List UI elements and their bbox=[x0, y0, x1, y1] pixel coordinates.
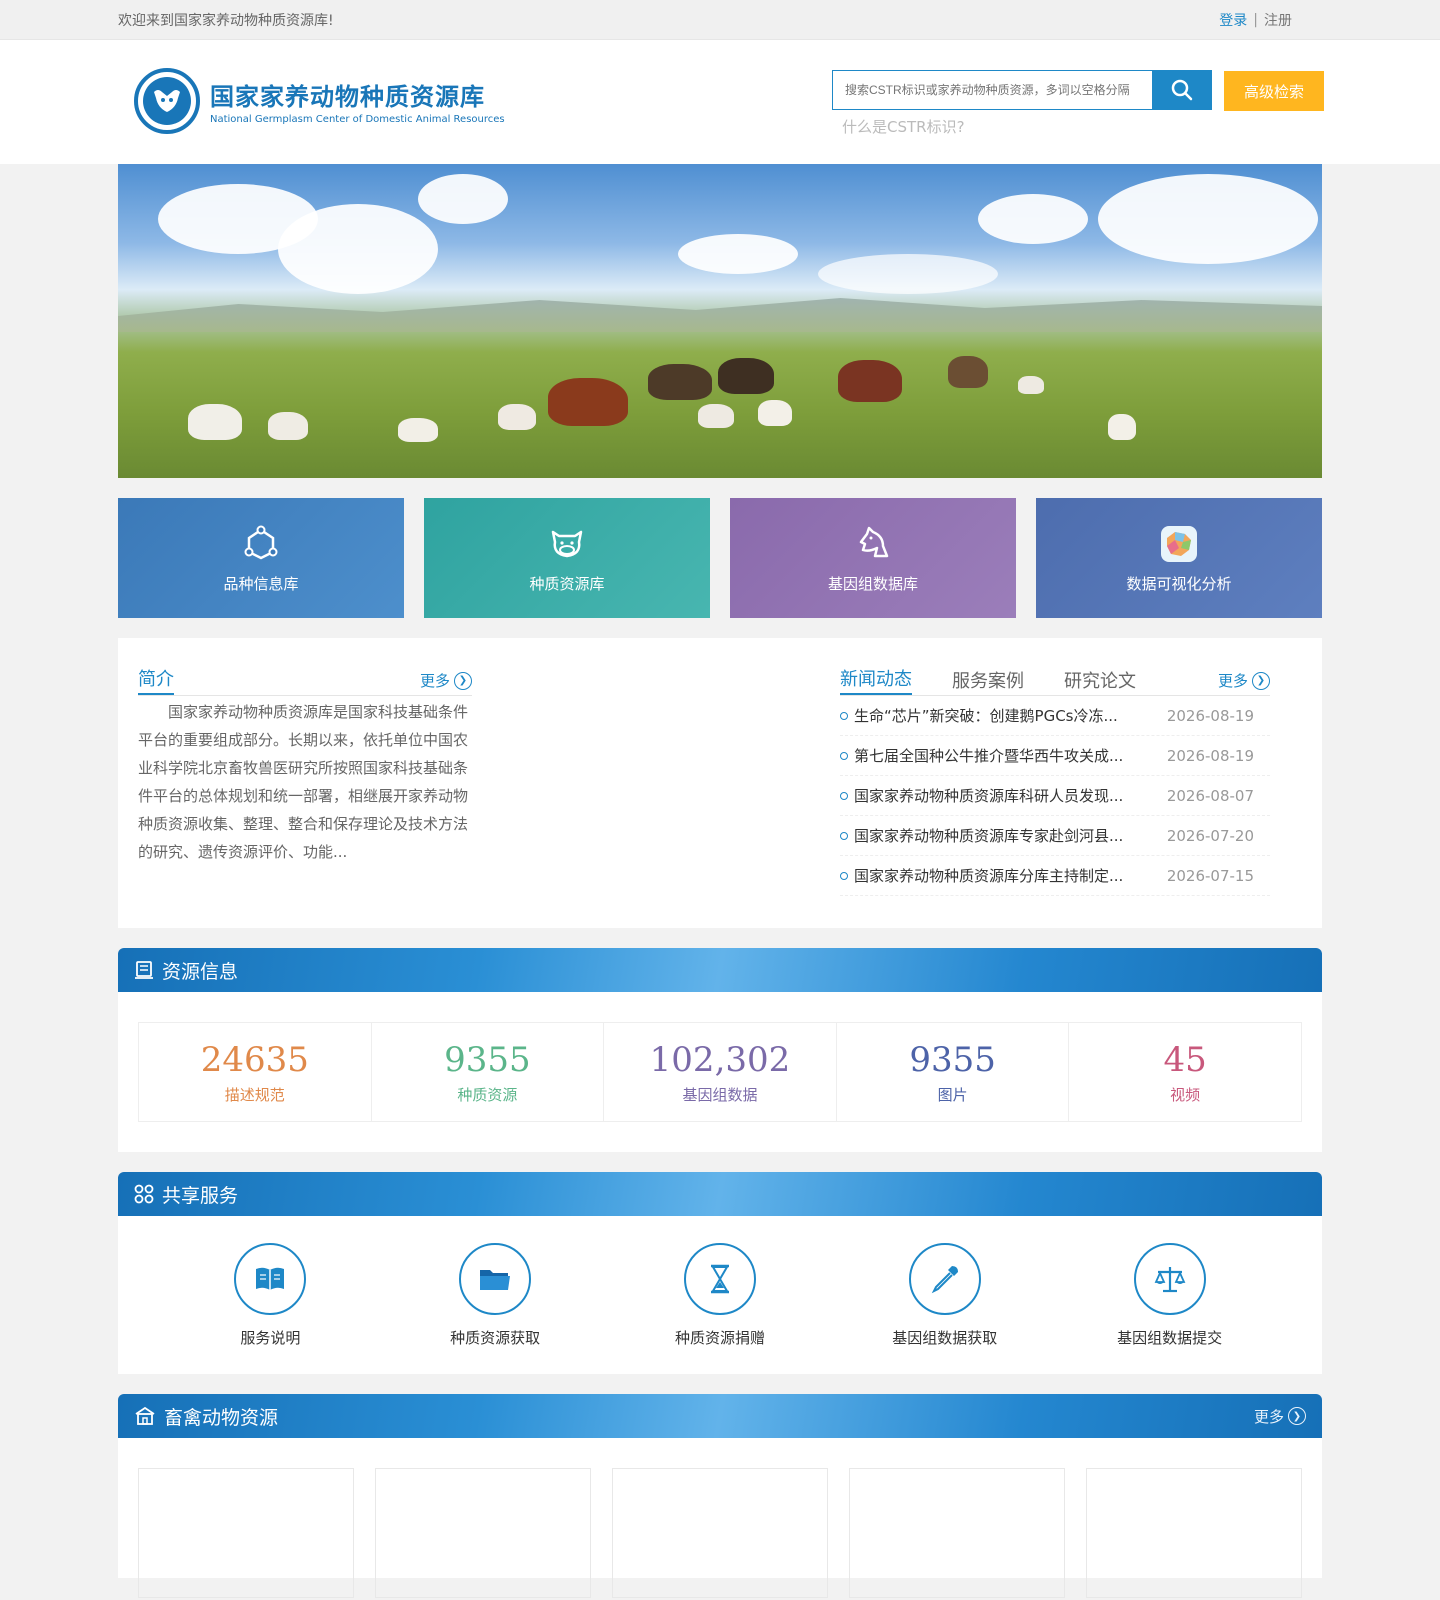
tile-label: 基因组数据库 bbox=[827, 574, 918, 593]
search-icon bbox=[1171, 79, 1193, 101]
tile-germplasm[interactable]: 种质资源库 bbox=[424, 498, 710, 618]
network-icon bbox=[240, 523, 282, 565]
register-link[interactable]: 注册 bbox=[1264, 10, 1292, 30]
search-input[interactable] bbox=[832, 70, 1152, 110]
site-header: 国家家养动物种质资源库 National Germplasm Center of… bbox=[0, 40, 1440, 164]
stat-value: 45 bbox=[1163, 1039, 1207, 1080]
livestock-card[interactable] bbox=[375, 1468, 591, 1598]
logo-emblem-icon bbox=[134, 68, 200, 134]
intro-title: 简介 bbox=[138, 665, 174, 695]
chevron-right-icon: ❯ bbox=[454, 671, 472, 690]
stat-value: 24635 bbox=[200, 1039, 309, 1080]
auth-separator: | bbox=[1253, 12, 1258, 28]
hourglass-icon bbox=[683, 1242, 756, 1315]
services-title: 共享服务 bbox=[162, 1184, 239, 1207]
stat-value: 102,302 bbox=[649, 1039, 791, 1080]
database-icon bbox=[135, 961, 153, 979]
livestock-cards bbox=[118, 1438, 1322, 1598]
services-list: 服务说明 种质资源获取 种质资源捐赠 基因组数据获取 基因组数据提交 bbox=[118, 1216, 1322, 1374]
stat-value: 9355 bbox=[444, 1039, 531, 1080]
service-label: 基因组数据获取 bbox=[892, 1328, 998, 1347]
service-label: 服务说明 bbox=[240, 1328, 301, 1347]
livestock-card[interactable] bbox=[1086, 1468, 1302, 1598]
stat-value: 9355 bbox=[909, 1039, 996, 1080]
livestock-card[interactable] bbox=[138, 1468, 354, 1598]
intro-section: 简介 更多 ❯ 国家家养动物种质资源库是国家科技基础条件平台的重要组成部分。长期… bbox=[138, 666, 472, 866]
what-is-cstr-link[interactable]: 什么是CSTR标识? bbox=[842, 116, 965, 137]
stat-label: 描述规范 bbox=[224, 1085, 285, 1104]
services-header: 共享服务 bbox=[118, 1172, 1322, 1216]
service-label: 种质资源获取 bbox=[450, 1328, 541, 1347]
news-more-link[interactable]: 更多 ❯ bbox=[1218, 670, 1270, 695]
news-item[interactable]: 国家家养动物种质资源库专家赴剑河县... 2026-07-20 bbox=[840, 816, 1270, 856]
tab-service-cases[interactable]: 服务案例 bbox=[952, 667, 1024, 695]
pipette-icon bbox=[908, 1242, 981, 1315]
livestock-card[interactable] bbox=[612, 1468, 828, 1598]
horse-head-icon bbox=[852, 523, 894, 565]
chevron-right-icon: ❯ bbox=[1288, 1407, 1306, 1425]
folder-icon bbox=[459, 1242, 532, 1315]
stat-videos[interactable]: 45 视频 bbox=[1069, 1023, 1301, 1121]
cow-face-icon bbox=[546, 523, 588, 565]
welcome-text: 欢迎来到国家家养动物种质资源库! bbox=[118, 13, 334, 29]
service-germplasm-donate[interactable]: 种质资源捐赠 bbox=[640, 1242, 800, 1348]
stat-genome-data[interactable]: 102,302 基因组数据 bbox=[604, 1023, 837, 1121]
livestock-more-link[interactable]: 更多 ❯ bbox=[1254, 1406, 1306, 1427]
livestock-title: 畜禽动物资源 bbox=[164, 1406, 279, 1429]
search-box bbox=[832, 70, 1212, 110]
stat-label: 种质资源 bbox=[457, 1085, 518, 1104]
map-icon bbox=[1158, 523, 1200, 565]
grid-icon bbox=[134, 1184, 154, 1204]
tile-data-visualization[interactable]: 数据可视化分析 bbox=[1036, 498, 1322, 618]
news-item[interactable]: 国家家养动物种质资源库分库主持制定... 2026-07-15 bbox=[840, 856, 1270, 896]
service-description[interactable]: 服务说明 bbox=[190, 1242, 350, 1348]
news-item[interactable]: 第七届全国种公牛推介暨华西牛攻关成... 2026-08-19 bbox=[840, 736, 1270, 776]
service-germplasm-acquire[interactable]: 种质资源获取 bbox=[415, 1242, 575, 1348]
barn-icon bbox=[135, 1406, 155, 1425]
auth-links: 登录 | 注册 bbox=[1219, 10, 1292, 30]
news-item[interactable]: 国家家养动物种质资源库科研人员发现... 2026-08-07 bbox=[840, 776, 1270, 816]
stat-images[interactable]: 9355 图片 bbox=[837, 1023, 1070, 1121]
login-link[interactable]: 登录 bbox=[1219, 10, 1247, 30]
news-item[interactable]: 生命“芯片”新突破：创建鹅PGCs冷冻... 2026-08-19 bbox=[840, 696, 1270, 736]
service-label: 基因组数据提交 bbox=[1117, 1328, 1223, 1347]
logo-title-cn: 国家家养动物种质资源库 bbox=[210, 83, 485, 111]
scale-icon bbox=[1133, 1242, 1206, 1315]
livestock-card[interactable] bbox=[849, 1468, 1065, 1598]
tile-label: 种质资源库 bbox=[529, 574, 605, 593]
stat-label: 视频 bbox=[1170, 1085, 1201, 1104]
tile-breed-info[interactable]: 品种信息库 bbox=[118, 498, 404, 618]
resources-header: 资源信息 bbox=[118, 948, 1322, 992]
logo-title-en: National Germplasm Center of Domestic An… bbox=[210, 114, 505, 125]
site-logo[interactable]: 国家家养动物种质资源库 National Germplasm Center of… bbox=[134, 68, 505, 134]
book-icon bbox=[234, 1242, 307, 1315]
tab-news[interactable]: 新闻动态 bbox=[840, 665, 912, 695]
top-bar: 欢迎来到国家家养动物种质资源库! 登录 | 注册 bbox=[0, 0, 1440, 40]
resources-stats: 24635 描述规范 9355 种质资源 102,302 基因组数据 9355 … bbox=[118, 992, 1322, 1152]
tab-research-papers[interactable]: 研究论文 bbox=[1064, 667, 1136, 695]
tile-label: 数据可视化分析 bbox=[1126, 574, 1232, 593]
chevron-right-icon: ❯ bbox=[1252, 671, 1270, 690]
stat-description-spec[interactable]: 24635 描述规范 bbox=[139, 1023, 372, 1121]
intro-more-link[interactable]: 更多 ❯ bbox=[420, 670, 472, 695]
livestock-header: 畜禽动物资源 更多 ❯ bbox=[118, 1394, 1322, 1438]
service-label: 种质资源捐赠 bbox=[674, 1328, 765, 1347]
service-genome-acquire[interactable]: 基因组数据获取 bbox=[865, 1242, 1025, 1348]
resources-title: 资源信息 bbox=[162, 960, 239, 983]
service-genome-submit[interactable]: 基因组数据提交 bbox=[1090, 1242, 1250, 1348]
tile-label: 品种信息库 bbox=[223, 574, 299, 593]
stat-germplasm[interactable]: 9355 种质资源 bbox=[372, 1023, 605, 1121]
tile-genome-db[interactable]: 基因组数据库 bbox=[730, 498, 1016, 618]
advanced-search-button[interactable]: 高级检索 bbox=[1224, 71, 1324, 111]
stat-label: 基因组数据 bbox=[682, 1085, 758, 1104]
search-button[interactable] bbox=[1152, 70, 1212, 110]
stat-label: 图片 bbox=[937, 1085, 968, 1104]
intro-text: 国家家养动物种质资源库是国家科技基础条件平台的重要组成部分。长期以来，依托单位中… bbox=[138, 703, 469, 861]
news-section: 新闻动态 服务案例 研究论文 更多 ❯ 生命“芯片”新突破：创建鹅PGCs冷冻.… bbox=[840, 666, 1270, 896]
hero-banner bbox=[118, 164, 1322, 478]
intro-news-panel: 简介 更多 ❯ 国家家养动物种质资源库是国家科技基础条件平台的重要组成部分。长期… bbox=[118, 638, 1322, 928]
category-tiles: 品种信息库 种质资源库 基因组数据库 数据可视化分析 bbox=[118, 498, 1322, 618]
